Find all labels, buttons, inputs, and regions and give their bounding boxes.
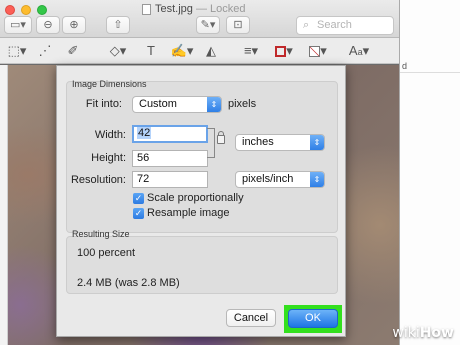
zoom-window-button[interactable] [37, 5, 47, 15]
zoom-out-icon: ⊖ [43, 19, 53, 31]
sidebar-strip [0, 65, 8, 345]
minimize-window-button[interactable] [21, 5, 31, 15]
size-unit-value: inches [242, 136, 274, 148]
height-value: 56 [137, 152, 150, 164]
fit-into-unit-label: pixels [228, 98, 257, 110]
image-dimensions-title: Image Dimensions [72, 79, 147, 89]
sketch-icon[interactable]: ✐ [64, 42, 82, 60]
resample-image-label: Resample image [147, 207, 230, 219]
scale-proportionally-label: Scale proportionally [147, 192, 244, 204]
toolbox-icon: ⊡ [233, 19, 243, 31]
window-title-filename: Test.jpg [155, 3, 193, 15]
window-title-status: — Locked [195, 3, 246, 15]
lock-icon[interactable] [217, 135, 225, 144]
height-label: Height: [91, 152, 126, 164]
ok-button[interactable]: OK [288, 309, 338, 328]
resulting-file-size: 2.4 MB (was 2.8 MB) [77, 277, 180, 289]
selection-icon[interactable]: ⬚▾ [6, 42, 28, 60]
chevron-updown-icon: ⇕ [310, 172, 324, 187]
zoom-in-icon: ⊕ [69, 19, 79, 31]
resample-image-checkbox[interactable]: ✓ [133, 208, 144, 219]
link-bracket [207, 128, 215, 158]
resolution-value: 72 [137, 173, 150, 185]
border-color-icon[interactable]: ▾ [272, 42, 296, 60]
background-document-divider [400, 72, 460, 73]
line-style-icon[interactable]: ≡▾ [240, 42, 262, 60]
fill-color-icon[interactable]: ▾ [306, 42, 330, 60]
font-icon[interactable]: Aa▾ [348, 42, 370, 60]
wikihow-watermark: wikiHow [392, 325, 454, 341]
document-icon [142, 4, 151, 15]
shapes-icon[interactable]: ◇▾ [106, 42, 130, 60]
sidebar-button[interactable]: ▭▾ [4, 16, 32, 34]
resolution-unit-select[interactable]: pixels/inch ⇕ [235, 171, 325, 188]
resolution-field[interactable]: 72 [132, 171, 208, 188]
resulting-size-title: Resulting Size [72, 229, 130, 239]
width-label: Width: [94, 129, 126, 141]
fit-into-label: Fit into: [85, 98, 122, 110]
width-value: 42 [137, 127, 152, 139]
resolution-label: Resolution: [70, 174, 126, 186]
text-icon[interactable]: T [144, 42, 158, 60]
scale-proportionally-checkbox[interactable]: ✓ [133, 193, 144, 204]
title-bar: Test.jpg — Locked ▭▾ ⊖ ⊕ ⇧ ✎▾ ⊡ ⌕ Search [0, 0, 400, 38]
adjust-color-icon[interactable]: ◭ [202, 42, 220, 60]
search-icon: ⌕ [303, 19, 310, 31]
size-unit-select[interactable]: inches ⇕ [235, 134, 325, 151]
cancel-button[interactable]: Cancel [226, 309, 276, 327]
background-document: d [399, 0, 460, 345]
watermark-wiki: wiki [392, 325, 420, 341]
pen-icon: ✎▾ [200, 19, 216, 31]
fit-into-value: Custom [139, 98, 177, 110]
height-field[interactable]: 56 [132, 150, 208, 167]
chevron-updown-icon: ⇕ [310, 135, 324, 150]
zoom-in-button[interactable]: ⊕ [62, 16, 86, 34]
sign-icon[interactable]: ✍▾ [170, 42, 194, 60]
markup-toolbar: ⬚▾ ⋰ ✐ ◇▾ T ✍▾ ◭ ≡▾ ▾ ▾ Aa▾ [0, 38, 400, 64]
adjust-size-dialog: Image Dimensions Fit into: Custom ⇕ pixe… [56, 65, 346, 337]
close-window-button[interactable] [5, 5, 15, 15]
background-document-text: d [402, 61, 408, 71]
search-input[interactable]: ⌕ Search [296, 16, 394, 35]
chevron-updown-icon: ⇕ [207, 97, 221, 112]
window-title: Test.jpg — Locked [155, 3, 246, 15]
share-icon: ⇧ [113, 19, 123, 31]
magic-wand-icon[interactable]: ⋰ [38, 42, 52, 60]
width-field[interactable]: 42 [132, 125, 208, 143]
pen-button[interactable]: ✎▾ [196, 16, 220, 34]
toolbox-button[interactable]: ⊡ [226, 16, 250, 34]
resolution-unit-value: pixels/inch [242, 173, 294, 185]
search-placeholder: Search [317, 19, 352, 31]
fit-into-select[interactable]: Custom ⇕ [132, 96, 222, 113]
sidebar-icon: ▭▾ [10, 19, 26, 31]
zoom-out-button[interactable]: ⊖ [36, 16, 60, 34]
resulting-percent: 100 percent [77, 247, 136, 259]
watermark-how: How [419, 325, 454, 341]
share-button[interactable]: ⇧ [106, 16, 130, 34]
